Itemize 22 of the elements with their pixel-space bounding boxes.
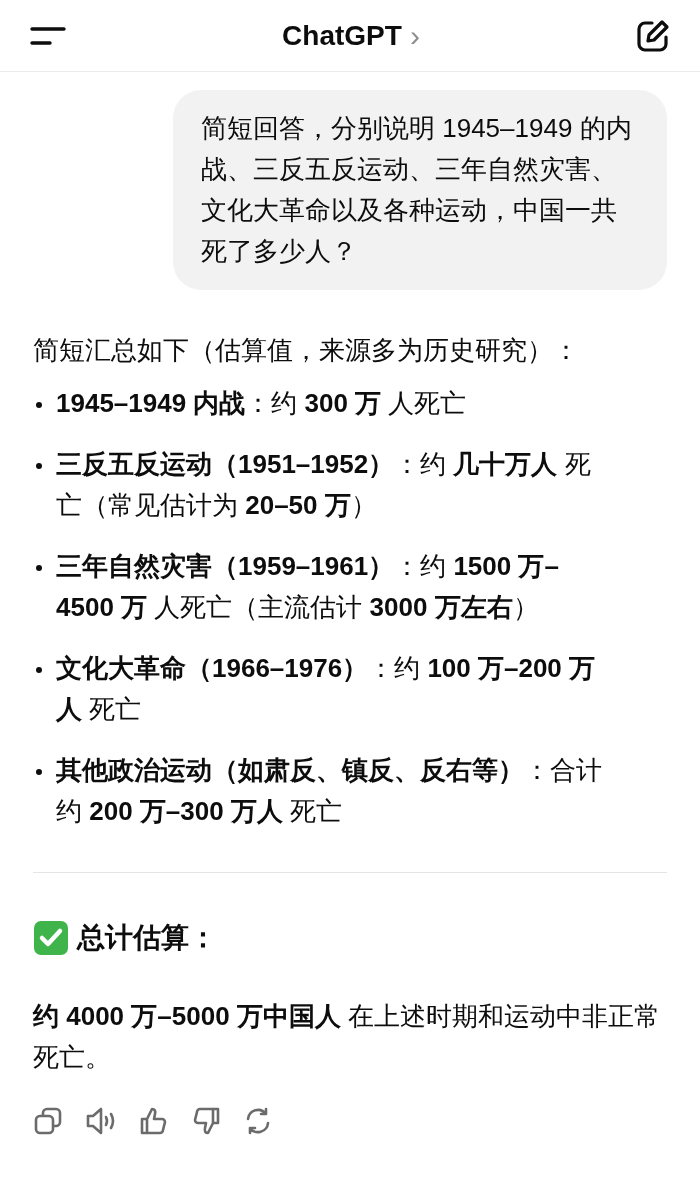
thumbs-down-icon[interactable] [191, 1106, 221, 1136]
bullet-text: 文化大革命（1966–1976）：约 100 万–200 万人 死亡 [56, 652, 597, 726]
copy-icon[interactable] [33, 1106, 63, 1136]
new-chat-icon[interactable] [636, 18, 670, 53]
bullet-text: 三年自然灾害（1959–1961）：约 1500 万–4500 万 人死亡（主流估计 3000 万左右） [56, 550, 560, 624]
menu-icon[interactable] [30, 25, 66, 46]
bullet-icon [36, 769, 42, 775]
speaker-icon[interactable] [85, 1106, 117, 1136]
bullet-text: 其他政治运动（如肃反、镇反、反右等）：合计约 200 万–300 万人 死亡 [56, 754, 603, 828]
user-message: 简短回答，分别说明 1945–1949 的内战、三反五反运动、三年自然灾害、文化大革命以及各种运动，中国一共死了多少人？ [173, 90, 667, 290]
thumbs-up-icon[interactable] [139, 1106, 169, 1136]
bullet-icon [36, 402, 42, 408]
bullet-icon [36, 463, 42, 469]
model-selector[interactable]: ChatGPT › [282, 13, 420, 58]
bullet-text: 三反五反运动（1951–1952）：约 几十万人 死亡（常见估计为 20–50 万） [56, 448, 592, 522]
reply-intro: 简短汇总如下（估算值，来源多为历史研究）： [33, 334, 580, 367]
bullet-text: 1945–1949 内战：约 300 万 人死亡 [56, 387, 467, 420]
checkmark-icon [33, 919, 69, 956]
summary-heading: 总计估算： [77, 921, 217, 955]
bullet-icon [36, 667, 42, 673]
bullet-icon [36, 565, 42, 571]
summary-text: 约 4000 万–5000 万中国人 在上述时期和运动中非正常死亡。 [33, 1000, 662, 1074]
